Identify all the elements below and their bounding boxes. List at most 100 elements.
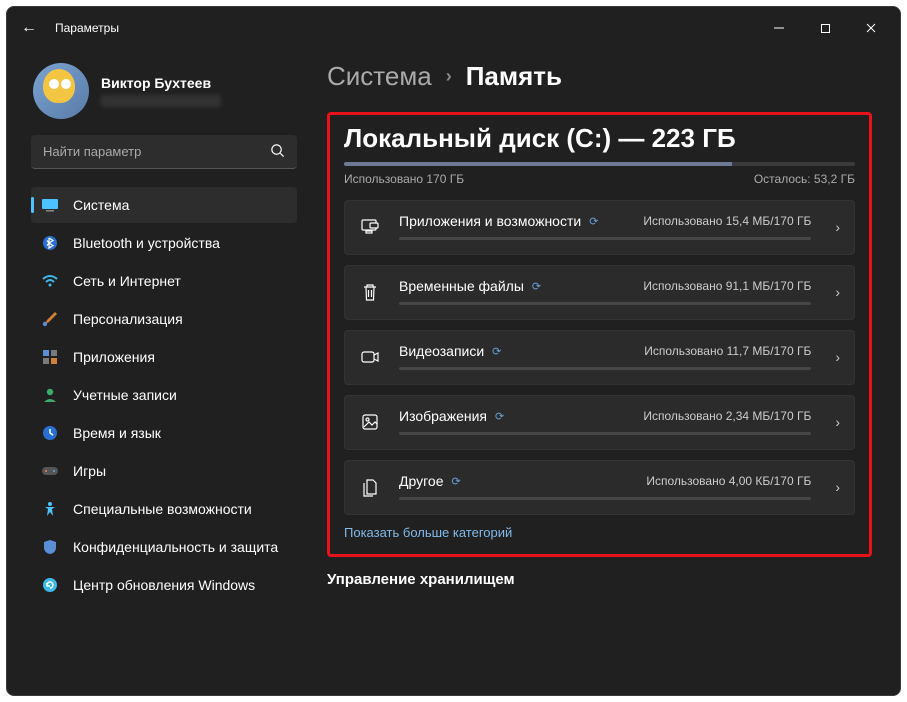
disk-used: Использовано 170 ГБ: [344, 172, 754, 186]
sidebar-item-label: Сеть и Интернет: [73, 273, 181, 289]
sidebar-item-label: Bluetooth и устройства: [73, 235, 220, 251]
sidebar-item-label: Центр обновления Windows: [73, 577, 255, 593]
category-label: Временные файлы: [399, 278, 524, 294]
video-icon: [359, 346, 381, 368]
sidebar-item-accounts[interactable]: Учетные записи: [31, 377, 297, 413]
sidebar-item-label: Система: [73, 197, 129, 213]
category-videos[interactable]: Видеозаписи ⟳ Использовано 11,7 МБ/170 Г…: [344, 330, 855, 385]
system-icon: [41, 196, 59, 214]
category-bar: [399, 497, 811, 500]
sidebar-item-network[interactable]: Сеть и Интернет: [31, 263, 297, 299]
profile[interactable]: Виктор Бухтеев: [31, 59, 297, 135]
avatar: [33, 63, 89, 119]
profile-name: Виктор Бухтеев: [101, 75, 221, 91]
sidebar: Виктор Бухтеев Система Bluetooth и устро…: [7, 49, 307, 695]
disk-stats: Использовано 170 ГБ Осталось: 53,2 ГБ: [344, 172, 855, 186]
sidebar-item-accessibility[interactable]: Специальные возможности: [31, 491, 297, 527]
category-label: Видеозаписи: [399, 343, 484, 359]
sidebar-item-label: Конфиденциальность и защита: [73, 539, 278, 555]
app-title: Параметры: [55, 21, 119, 35]
sidebar-item-label: Учетные записи: [73, 387, 177, 403]
gaming-icon: [41, 462, 59, 480]
shield-icon: [41, 538, 59, 556]
chevron-right-icon: ›: [446, 66, 452, 87]
category-bar: [399, 367, 811, 370]
window-controls: [756, 12, 894, 44]
category-label: Изображения: [399, 408, 487, 424]
show-more-link[interactable]: Показать больше категорий: [344, 525, 855, 540]
breadcrumb: Система › Память: [327, 57, 872, 112]
search-input[interactable]: [43, 144, 270, 159]
sidebar-item-system[interactable]: Система: [31, 187, 297, 223]
storage-management-heading: Управление хранилищем: [327, 571, 872, 588]
category-images[interactable]: Изображения ⟳ Использовано 2,34 МБ/170 Г…: [344, 395, 855, 450]
apps-features-icon: [359, 216, 381, 238]
category-usage: Использовано 15,4 МБ/170 ГБ: [643, 214, 811, 228]
image-icon: [359, 411, 381, 433]
titlebar: ← Параметры: [7, 7, 900, 49]
chevron-right-icon: ›: [829, 479, 840, 495]
category-bar: [399, 432, 811, 435]
sidebar-item-label: Персонализация: [73, 311, 183, 327]
loading-icon: ⟳: [589, 215, 598, 228]
sidebar-item-time-language[interactable]: Время и язык: [31, 415, 297, 451]
sidebar-item-privacy[interactable]: Конфиденциальность и защита: [31, 529, 297, 565]
update-icon: [41, 576, 59, 594]
category-usage: Использовано 2,34 МБ/170 ГБ: [643, 409, 811, 423]
wifi-icon: [41, 272, 59, 290]
sidebar-item-windows-update[interactable]: Центр обновления Windows: [31, 567, 297, 603]
main: Система › Память Локальный диск (C:) — 2…: [307, 49, 900, 695]
loading-icon: ⟳: [532, 280, 541, 293]
close-button[interactable]: [848, 12, 894, 44]
accessibility-icon: [41, 500, 59, 518]
search-box[interactable]: [31, 135, 297, 169]
chevron-right-icon: ›: [829, 219, 840, 235]
category-temp-files[interactable]: Временные файлы ⟳ Использовано 91,1 МБ/1…: [344, 265, 855, 320]
page-title: Память: [466, 61, 562, 92]
chevron-right-icon: ›: [829, 414, 840, 430]
category-usage: Использовано 11,7 МБ/170 ГБ: [644, 344, 811, 358]
category-other[interactable]: Другое ⟳ Использовано 4,00 КБ/170 ГБ ›: [344, 460, 855, 515]
loading-icon: ⟳: [492, 345, 501, 358]
back-arrow-icon[interactable]: ←: [21, 19, 37, 37]
sidebar-item-label: Время и язык: [73, 425, 161, 441]
category-usage: Использовано 4,00 КБ/170 ГБ: [646, 474, 811, 488]
breadcrumb-root[interactable]: Система: [327, 61, 432, 92]
sidebar-item-personalization[interactable]: Персонализация: [31, 301, 297, 337]
category-bar: [399, 237, 811, 240]
sidebar-item-gaming[interactable]: Игры: [31, 453, 297, 489]
accounts-icon: [41, 386, 59, 404]
file-icon: [359, 476, 381, 498]
storage-section: Локальный диск (C:) — 223 ГБ Использован…: [327, 112, 872, 557]
loading-icon: ⟳: [495, 410, 504, 423]
sidebar-item-label: Специальные возможности: [73, 501, 252, 517]
minimize-button[interactable]: [756, 12, 802, 44]
maximize-button[interactable]: [802, 12, 848, 44]
category-apps[interactable]: Приложения и возможности ⟳ Использовано …: [344, 200, 855, 255]
chevron-right-icon: ›: [829, 284, 840, 300]
disk-usage-bar: [344, 162, 855, 166]
profile-email-blurred: [101, 95, 221, 107]
profile-text: Виктор Бухтеев: [101, 75, 221, 107]
nav: Система Bluetooth и устройства Сеть и Ин…: [31, 187, 297, 603]
category-bar: [399, 302, 811, 305]
category-label: Приложения и возможности: [399, 213, 581, 229]
bluetooth-icon: [41, 234, 59, 252]
disk-usage-fill: [344, 162, 732, 166]
loading-icon: ⟳: [451, 475, 460, 488]
chevron-right-icon: ›: [829, 349, 840, 365]
sidebar-item-apps[interactable]: Приложения: [31, 339, 297, 375]
category-usage: Использовано 91,1 МБ/170 ГБ: [643, 279, 811, 293]
brush-icon: [41, 310, 59, 328]
search-icon: [270, 143, 285, 161]
trash-icon: [359, 281, 381, 303]
clock-icon: [41, 424, 59, 442]
apps-icon: [41, 348, 59, 366]
disk-title: Локальный диск (C:) — 223 ГБ: [344, 123, 855, 154]
sidebar-item-label: Приложения: [73, 349, 155, 365]
disk-remaining: Осталось: 53,2 ГБ: [754, 172, 855, 186]
settings-window: ← Параметры Виктор Бухтеев: [6, 6, 901, 696]
sidebar-item-bluetooth[interactable]: Bluetooth и устройства: [31, 225, 297, 261]
titlebar-left: ← Параметры: [21, 19, 119, 37]
category-label: Другое: [399, 473, 443, 489]
